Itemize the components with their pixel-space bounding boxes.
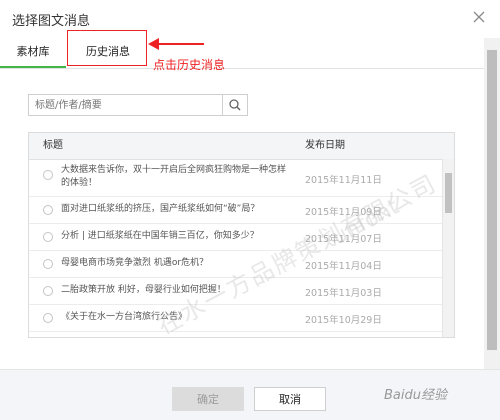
table-header: 标题 发布日期 [29,133,454,160]
select-article-dialog: 选择图文消息 素材库 历史消息 点击历史消息 标题 发布日期 大数据来告诉你，双… [0,0,500,420]
row-date: 2015年11月11日 [305,175,382,186]
row-radio[interactable] [43,286,53,296]
close-icon[interactable] [472,10,486,24]
dialog-footer: 确定 取消 Baidu经验 [0,369,500,420]
row-date: 2015年10月29日 [305,315,382,326]
annotation-highlight-box [67,30,147,66]
search-input[interactable] [29,95,235,115]
search-button[interactable] [222,95,247,115]
table-scrollbar[interactable] [442,159,454,337]
watermark-baidu: Baidu经验 [384,388,447,403]
dialog-scrollbar-thumb[interactable] [487,50,497,350]
row-date: 2015年11月03日 [305,288,382,299]
column-header-title: 标题 [43,140,63,151]
table-scrollbar-thumb[interactable] [445,173,452,213]
row-radio[interactable] [43,259,53,269]
annotation-arrow-icon [148,38,204,50]
dialog-scrollbar[interactable] [484,38,500,378]
history-message-table: 标题 发布日期 大数据来告诉你，双十一开启后全网疯狂购物是一种怎样的体验！ 20… [28,132,455,338]
search-icon [229,99,241,111]
column-header-date: 发布日期 [305,140,345,151]
row-title: 大数据来告诉你，双十一开启后全网疯狂购物是一种怎样的体验！ [61,165,287,188]
row-title: 分析 | 进口纸浆纸在中国年销三百亿，你知多少？ [61,231,259,241]
row-title: 面对进口纸浆纸的挤压，国产纸浆纸如何“破”局？ [61,204,260,214]
cancel-button[interactable]: 取消 [254,387,326,411]
confirm-button[interactable]: 确定 [172,387,244,411]
table-row[interactable]: 《关于在水一方台湾旅行公告》 2015年10月29日 [29,305,443,332]
dialog-title: 选择图文消息 [12,14,91,29]
tab-material-library[interactable]: 素材库 [0,38,66,68]
search-box [28,94,248,116]
annotation-text: 点击历史消息 [153,58,226,72]
row-radio[interactable] [43,205,53,215]
row-radio[interactable] [43,170,53,180]
row-radio[interactable] [43,232,53,242]
row-radio[interactable] [43,313,53,323]
